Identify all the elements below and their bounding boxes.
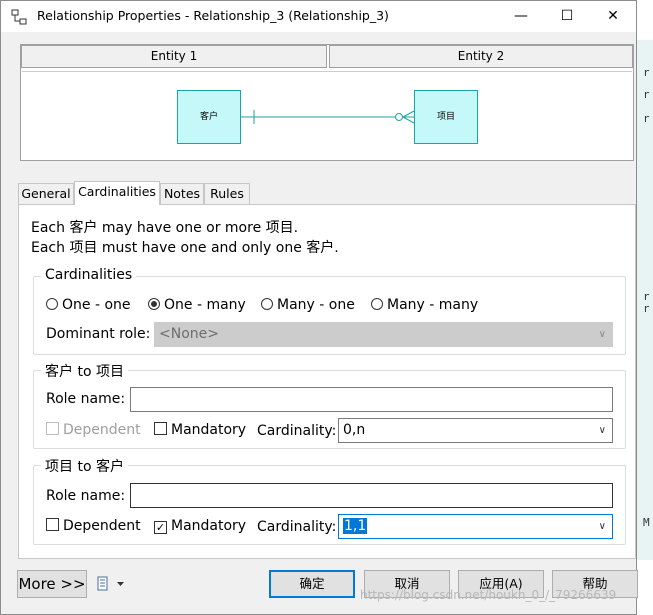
tab-rules[interactable]: Rules (204, 183, 250, 205)
radio-one-many[interactable]: One - many (148, 297, 246, 313)
entity-customer[interactable]: 客户 (177, 90, 241, 144)
role-project-to-customer-group: 项目 to 客户 Role name: Dependent ✓ Mandatory… (33, 456, 626, 545)
background-window: r r r r r M (636, 40, 653, 560)
relationship-properties-dialog: Relationship Properties - Relationship_3… (0, 0, 638, 615)
diagram-canvas: 客户 项目 (22, 71, 632, 159)
role1-mandatory-box (154, 422, 167, 435)
title-bar: Relationship Properties - Relationship_3… (1, 1, 636, 32)
role-customer-to-project-group: 客户 to 项目 Role name: Dependent Mandatory … (33, 361, 626, 449)
tab-general[interactable]: General (18, 183, 74, 205)
role1-role-name-label: Role name: (46, 391, 126, 407)
entity2-header: Entity 2 (329, 45, 633, 68)
role1-legend: 客户 to 项目 (41, 361, 128, 381)
minimize-button[interactable]: — (498, 1, 544, 32)
chevron-down-icon: ∨ (598, 329, 606, 340)
role2-cardinality-select[interactable]: 1,1 ∨ (338, 514, 613, 539)
dominant-role-select[interactable]: <None> ∨ (154, 322, 613, 347)
radio-one-one-dot (46, 298, 58, 310)
role1-cardinality-label: Cardinality: (257, 423, 337, 439)
ok-button[interactable]: 确定 (269, 570, 355, 598)
description-line-1: Each 客户 may have one or more 项目. (31, 220, 299, 236)
entity1-header: Entity 1 (21, 45, 327, 68)
radio-many-many[interactable]: Many - many (371, 297, 478, 313)
role1-role-name-input[interactable] (130, 387, 613, 412)
radio-many-one-dot (261, 298, 273, 310)
radio-one-one[interactable]: One - one (46, 297, 131, 313)
role1-dependent-box (46, 422, 59, 435)
tab-cardinalities[interactable]: Cardinalities (74, 181, 160, 205)
radio-many-many-dot (371, 298, 383, 310)
close-button[interactable]: ✕ (590, 1, 636, 32)
cardinalities-panel: Each 客户 may have one or more 项目. Each 项目… (18, 204, 636, 559)
role2-role-name-label: Role name: (46, 488, 126, 504)
cardinalities-legend: Cardinalities (41, 267, 137, 283)
role2-cardinality-label: Cardinality: (257, 519, 337, 535)
cardinalities-group: Cardinalities One - one One - many Many … (33, 267, 626, 355)
role2-dependent-checkbox[interactable]: Dependent (46, 518, 141, 534)
check-icon: ✓ (154, 521, 167, 534)
print-icon[interactable] (96, 576, 128, 592)
role2-role-name-input[interactable] (130, 483, 613, 508)
watermark: https://blog.csdn.net/houkh_0_/_79266639 (360, 588, 617, 602)
description-line-2: Each 项目 must have one and only one 客户. (31, 240, 339, 256)
role1-dependent-checkbox[interactable]: Dependent (46, 422, 141, 438)
relationship-line (241, 110, 415, 124)
entity-project[interactable]: 项目 (414, 90, 478, 144)
role2-dependent-box (46, 518, 59, 531)
window-title: Relationship Properties - Relationship_3… (37, 8, 389, 23)
chevron-down-icon: ∨ (598, 521, 606, 532)
maximize-button[interactable]: ☐ (544, 1, 590, 32)
radio-many-one[interactable]: Many - one (261, 297, 355, 313)
radio-one-many-dot (148, 298, 160, 310)
tab-notes[interactable]: Notes (160, 183, 204, 205)
relationship-app-icon (11, 9, 27, 25)
role2-mandatory-checkbox[interactable]: ✓ Mandatory (154, 518, 246, 534)
dominant-role-label: Dominant role: (46, 326, 151, 342)
role1-mandatory-checkbox[interactable]: Mandatory (154, 422, 246, 438)
more-button[interactable]: More >> (17, 570, 87, 598)
relationship-preview: Entity 1 Entity 2 客户 项目 (20, 44, 634, 161)
chevron-down-icon: ∨ (598, 425, 606, 436)
role2-legend: 项目 to 客户 (41, 456, 128, 476)
role1-cardinality-select[interactable]: 0,n ∨ (338, 418, 613, 443)
